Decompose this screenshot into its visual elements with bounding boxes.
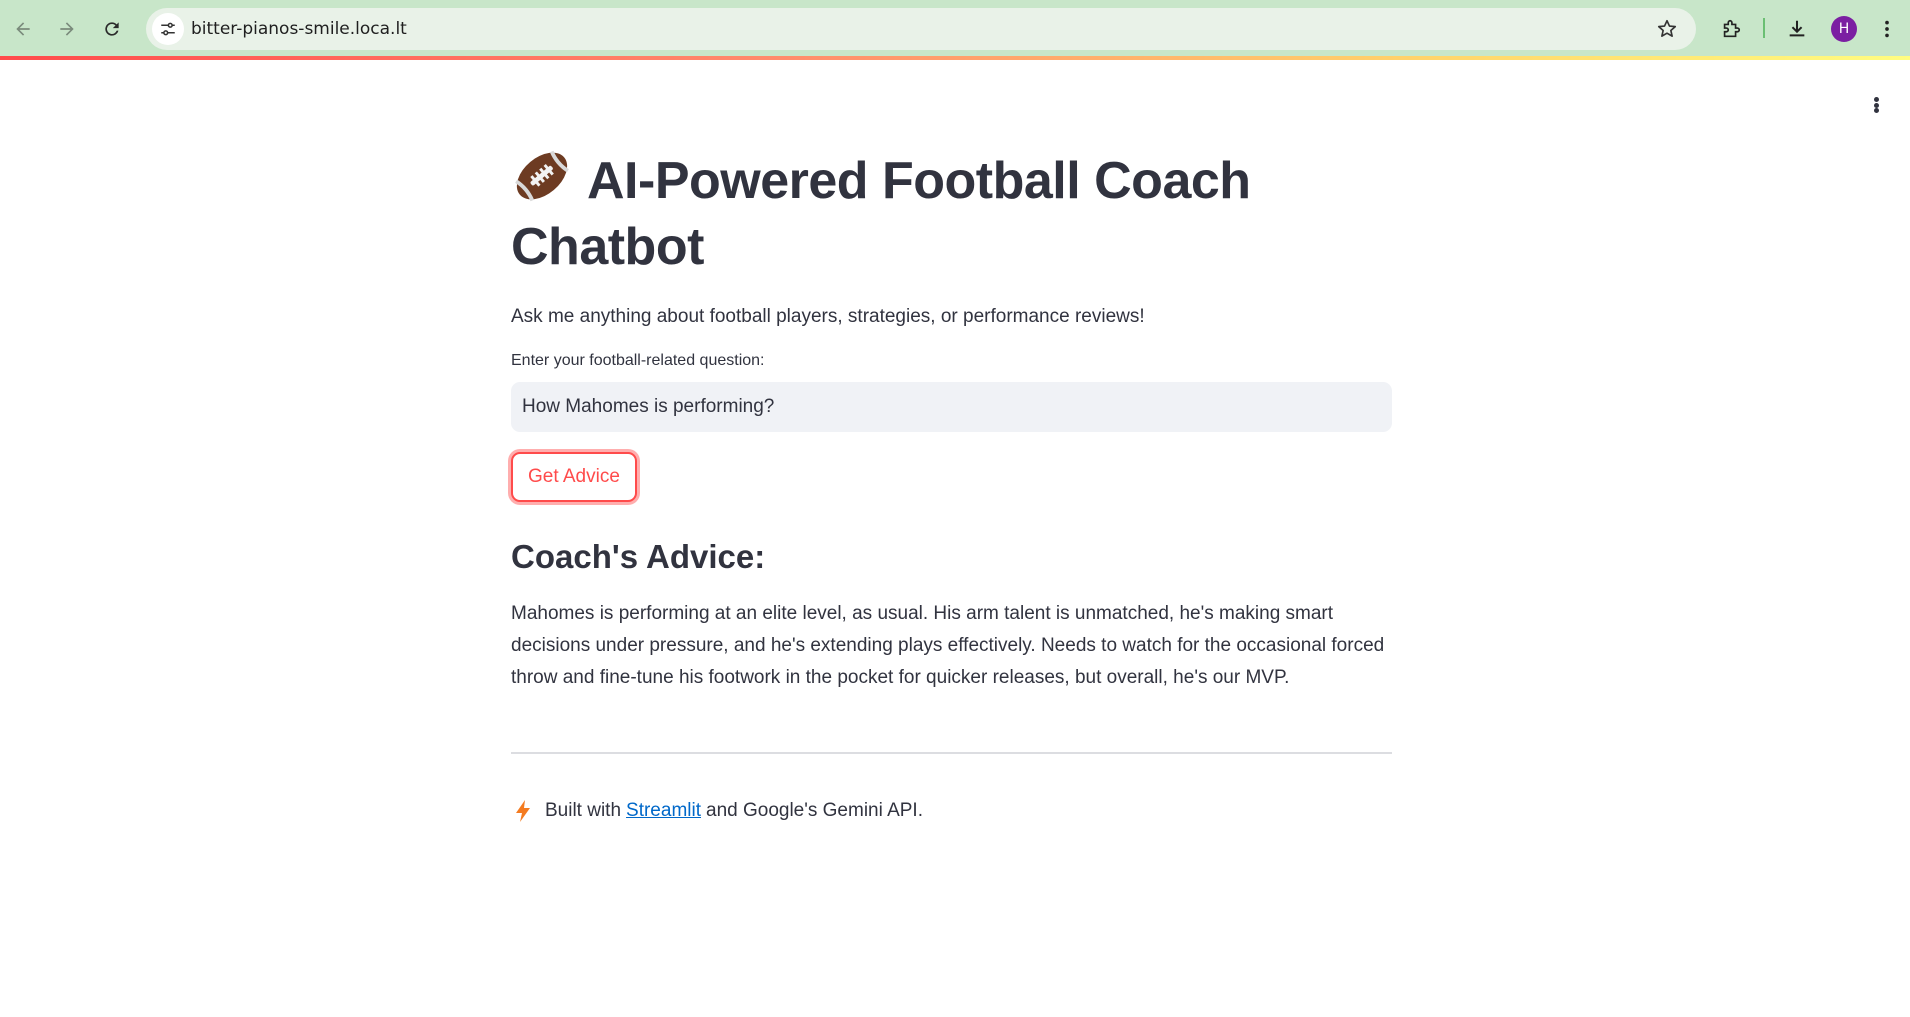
puzzle-icon (1723, 19, 1741, 38)
main-content: AI-Powered Football Coach Chatbot Ask me… (511, 148, 1392, 824)
app-decoration-bar (0, 56, 1910, 60)
footer-prefix: Built with (545, 800, 622, 821)
question-input[interactable] (522, 396, 1392, 418)
advice-text: Mahomes is performing at an elite level,… (511, 603, 1385, 688)
address-bar[interactable]: bitter-pianos-smile.loca.lt (146, 8, 1696, 50)
browser-menu-button[interactable] (1870, 12, 1904, 46)
question-input-container[interactable] (511, 382, 1392, 432)
question-label: Enter your football-related question: (511, 352, 765, 369)
footer-suffix: and Google's Gemini API. (706, 800, 923, 821)
download-icon (1789, 20, 1805, 37)
lightning-icon (516, 800, 530, 822)
football-icon (515, 150, 569, 202)
page-title-text: AI-Powered Football Coach Chatbot (511, 152, 1251, 276)
downloads-button[interactable] (1780, 12, 1814, 46)
vertical-dots-icon (1885, 20, 1889, 38)
back-button[interactable] (6, 12, 40, 46)
back-arrow-icon (16, 22, 30, 36)
reload-icon (105, 22, 119, 36)
url-text[interactable]: bitter-pianos-smile.loca.lt (191, 19, 407, 39)
get-advice-button[interactable]: Get Advice (511, 452, 637, 502)
browser-toolbar: bitter-pianos-smile.loca.lt H (0, 0, 1910, 58)
menu-dot (1873, 97, 1879, 102)
menu-dot (1873, 102, 1879, 108)
footer: Built with Streamlit and Google's Gemini… (511, 798, 1392, 824)
advice-heading: Coach's Advice: (511, 538, 766, 575)
avatar: H (1831, 16, 1857, 42)
app-menu-button[interactable] (1866, 94, 1886, 116)
divider (511, 752, 1392, 754)
streamlit-link[interactable]: Streamlit (626, 798, 701, 824)
extensions-button[interactable] (1714, 12, 1748, 46)
menu-dot (1873, 108, 1879, 113)
profile-button[interactable]: H (1827, 12, 1861, 46)
bookmark-star-icon[interactable] (1656, 18, 1678, 40)
site-info-button[interactable] (152, 13, 184, 45)
forward-button[interactable] (50, 12, 84, 46)
forward-arrow-icon (60, 22, 74, 36)
toolbar-separator (1763, 18, 1765, 38)
page-subtitle: Ask me anything about football players, … (511, 306, 1145, 327)
page-title: AI-Powered Football Coach Chatbot (511, 148, 1392, 280)
tune-icon (161, 22, 175, 36)
reload-button[interactable] (95, 12, 129, 46)
